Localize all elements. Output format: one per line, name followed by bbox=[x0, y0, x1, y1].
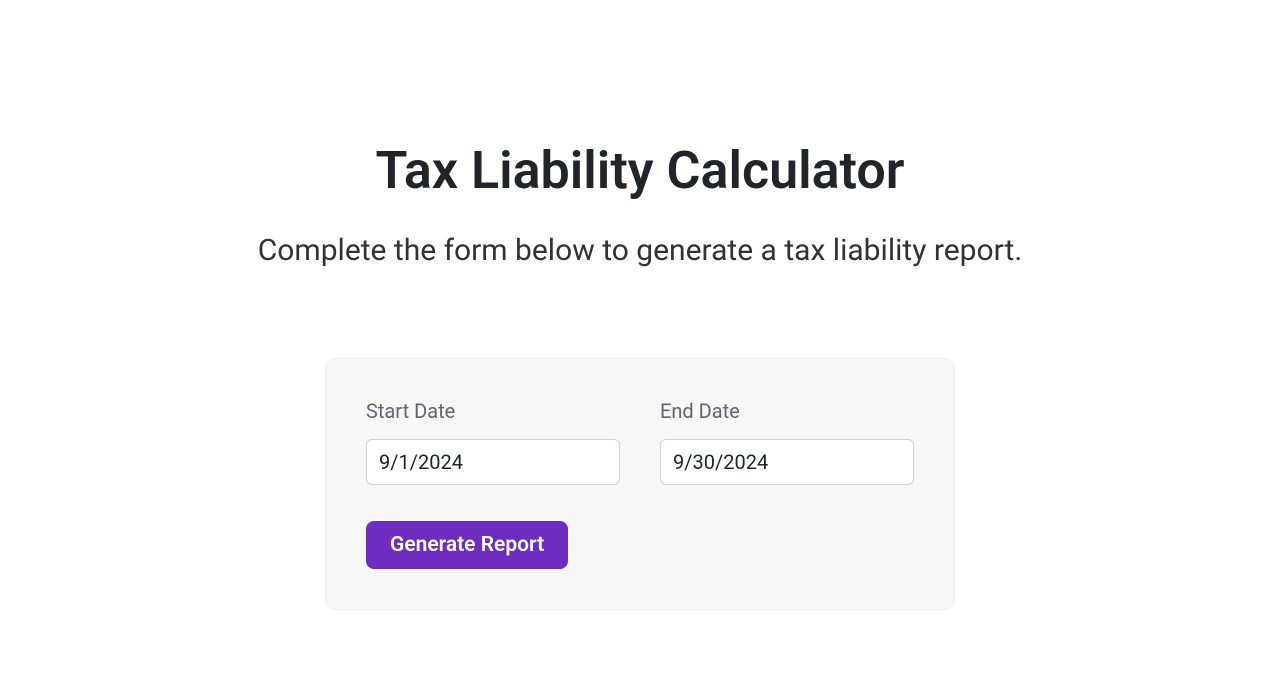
start-date-label: Start Date bbox=[366, 399, 620, 423]
start-date-input[interactable] bbox=[367, 440, 620, 484]
page-subtitle: Complete the form below to generate a ta… bbox=[150, 233, 1130, 268]
end-date-input-group bbox=[660, 439, 914, 485]
start-date-field: Start Date bbox=[366, 399, 620, 485]
form-card: Start Date End Date bbox=[325, 358, 955, 610]
date-row: Start Date End Date bbox=[366, 399, 914, 485]
end-date-field: End Date bbox=[660, 399, 914, 485]
start-date-input-group bbox=[366, 439, 620, 485]
end-date-input[interactable] bbox=[661, 440, 914, 484]
generate-report-button[interactable]: Generate Report bbox=[366, 521, 568, 569]
main-container: Tax Liability Calculator Complete the fo… bbox=[150, 0, 1130, 610]
end-date-label: End Date bbox=[660, 399, 914, 423]
page-title: Tax Liability Calculator bbox=[150, 140, 1130, 201]
